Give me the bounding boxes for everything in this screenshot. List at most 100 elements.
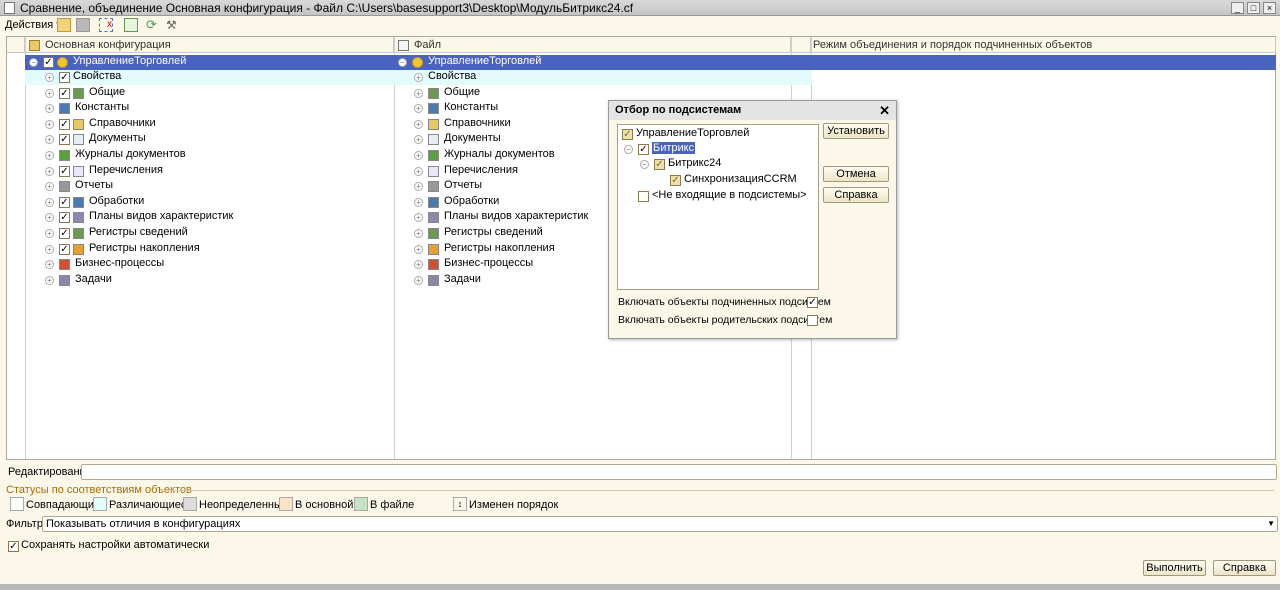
tree-item-label: Регистры накопления bbox=[89, 241, 200, 254]
collapse-icon[interactable]: − bbox=[624, 145, 633, 154]
column-header-merge-mode[interactable]: Режим объединения и порядок подчиненных … bbox=[811, 37, 1276, 53]
open-icon[interactable] bbox=[57, 18, 71, 32]
dialog-title-bar: Отбор по подсистемам ✕ bbox=[609, 101, 896, 120]
expand-icon[interactable]: + bbox=[414, 197, 423, 207]
tree-item-label: Константы bbox=[75, 101, 130, 114]
column-header-file[interactable]: Файл bbox=[394, 37, 791, 53]
subsystem-filter-icon[interactable] bbox=[124, 18, 138, 32]
tree-item-label: Планы видов характеристик bbox=[444, 210, 589, 223]
expand-icon[interactable]: + bbox=[414, 182, 423, 192]
close-button[interactable]: × bbox=[1263, 2, 1276, 14]
expand-icon[interactable]: + bbox=[414, 229, 423, 238]
metadata-type-icon bbox=[428, 165, 439, 177]
expand-icon[interactable]: + bbox=[414, 119, 423, 129]
metadata-type-icon bbox=[73, 243, 84, 255]
item-checkbox[interactable]: ✓ bbox=[59, 243, 70, 255]
metadata-type-icon bbox=[428, 259, 439, 271]
item-checkbox[interactable]: ✓ bbox=[59, 196, 70, 208]
metadata-type-icon bbox=[428, 274, 439, 286]
checkbox-not-in-subsystems[interactable] bbox=[638, 191, 649, 202]
dialog-close-button[interactable]: ✕ bbox=[879, 101, 890, 120]
minimize-button[interactable]: _ bbox=[1231, 2, 1244, 14]
item-checkbox[interactable]: ✓ bbox=[59, 228, 70, 239]
item-checkbox[interactable]: ✓ bbox=[59, 134, 70, 146]
expand-icon[interactable]: + bbox=[45, 229, 54, 238]
set-button[interactable]: Установить bbox=[823, 123, 889, 139]
expand-icon[interactable]: + bbox=[45, 166, 54, 176]
expand-icon[interactable]: + bbox=[45, 182, 54, 192]
metadata-type-icon bbox=[428, 150, 439, 161]
tree-item-label: Задачи bbox=[75, 272, 112, 285]
save-icon[interactable] bbox=[76, 18, 90, 32]
tree-item-label: Журналы документов bbox=[75, 148, 186, 160]
collapse-icon[interactable]: − bbox=[398, 58, 407, 67]
expand-icon[interactable]: + bbox=[414, 104, 423, 114]
cancel-button[interactable]: Отмена bbox=[823, 166, 889, 182]
expand-icon[interactable]: + bbox=[414, 166, 423, 176]
tree-item-label: Общие bbox=[89, 85, 126, 98]
item-checkbox[interactable]: ✓ bbox=[59, 118, 70, 130]
refresh-icon[interactable]: ⟳ bbox=[146, 18, 160, 32]
expand-icon[interactable]: + bbox=[414, 260, 423, 270]
tree-item-label: Регистры сведений bbox=[89, 226, 188, 238]
collapse-icon[interactable]: − bbox=[29, 58, 38, 67]
gutter-header bbox=[7, 37, 25, 53]
metadata-type-icon bbox=[73, 196, 84, 208]
include-child-checkbox[interactable]: ✓ bbox=[807, 297, 818, 308]
column-header-main[interactable]: Основная конфигурация bbox=[25, 37, 394, 53]
window-title: Сравнение, объединение Основная конфигур… bbox=[20, 1, 634, 15]
checkbox-bitrix[interactable]: ✓ bbox=[638, 144, 649, 155]
expand-icon[interactable]: + bbox=[414, 135, 423, 145]
item-checkbox[interactable]: ✓ bbox=[59, 165, 70, 177]
item-checkbox[interactable]: ✓ bbox=[59, 72, 70, 83]
maximize-button[interactable]: □ bbox=[1247, 2, 1260, 14]
footer-help-button[interactable]: Справка bbox=[1213, 560, 1276, 576]
expand-icon[interactable]: + bbox=[45, 88, 54, 98]
filter-select[interactable]: Показывать отличия в конфигурациях ▼ bbox=[42, 516, 1278, 532]
checkbox-sync-ccrm[interactable]: ✓ bbox=[670, 175, 681, 186]
expand-icon[interactable]: + bbox=[45, 260, 54, 270]
item-checkbox[interactable]: ✓ bbox=[59, 212, 70, 224]
expand-icon[interactable]: + bbox=[45, 73, 54, 82]
item-checkbox[interactable]: ✓ bbox=[43, 57, 54, 68]
expand-icon[interactable]: + bbox=[414, 213, 423, 223]
checkbox-upravlenie[interactable]: ✓ bbox=[622, 129, 633, 140]
include-parent-checkbox[interactable] bbox=[807, 315, 818, 326]
subsystem-tree[interactable]: ✓ УправлениеТорговлей − ✓ Битрикс − ✓ Битри… bbox=[617, 124, 819, 290]
dropdown-icon[interactable]: ▼ bbox=[1267, 517, 1275, 531]
metadata-type-icon bbox=[73, 134, 84, 146]
compare-icon[interactable]: x bbox=[99, 18, 113, 32]
configuration-icon bbox=[29, 40, 40, 51]
expand-icon[interactable]: + bbox=[45, 104, 54, 114]
order-changed-icon: ↕ bbox=[453, 497, 467, 511]
editing-field[interactable] bbox=[81, 464, 1277, 480]
item-checkbox[interactable]: ✓ bbox=[59, 87, 70, 99]
metadata-type-icon bbox=[59, 103, 70, 115]
tree-item-label: Свойства bbox=[428, 70, 477, 82]
metadata-type-icon bbox=[428, 118, 439, 130]
expand-icon[interactable]: + bbox=[45, 213, 54, 223]
expand-icon[interactable]: + bbox=[414, 244, 423, 254]
expand-icon[interactable]: + bbox=[45, 244, 54, 254]
help-button[interactable]: Справка bbox=[823, 187, 889, 203]
autosave-checkbox[interactable]: ✓ bbox=[8, 541, 19, 552]
metadata-type-icon bbox=[428, 196, 439, 208]
settings-icon[interactable]: ⚒ bbox=[166, 18, 180, 32]
expand-icon[interactable]: + bbox=[45, 275, 54, 285]
expand-icon[interactable]: + bbox=[414, 73, 423, 82]
tree-item-label: Справочники bbox=[444, 116, 511, 129]
checkbox-bitrix24[interactable]: ✓ bbox=[654, 159, 665, 170]
run-button[interactable]: Выполнить bbox=[1143, 560, 1206, 576]
expand-icon[interactable]: + bbox=[414, 88, 423, 98]
actions-menu[interactable]: Действия ▾ bbox=[5, 19, 62, 31]
expand-icon[interactable]: + bbox=[414, 151, 423, 160]
tree-item-label: Общие bbox=[444, 85, 481, 98]
metadata-type-icon bbox=[428, 103, 439, 115]
collapse-icon[interactable]: − bbox=[640, 160, 649, 169]
expand-icon[interactable]: + bbox=[45, 151, 54, 160]
expand-icon[interactable]: + bbox=[45, 135, 54, 145]
expand-icon[interactable]: + bbox=[45, 197, 54, 207]
expand-icon[interactable]: + bbox=[45, 119, 54, 129]
status-swatch bbox=[183, 497, 197, 511]
expand-icon[interactable]: + bbox=[414, 275, 423, 285]
